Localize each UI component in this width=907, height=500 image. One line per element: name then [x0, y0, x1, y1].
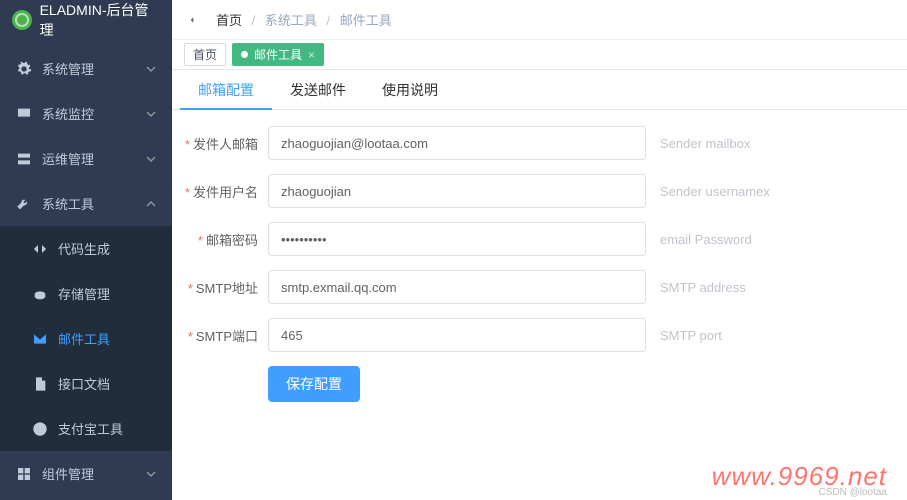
submenu-swagger[interactable]: 接口文档: [0, 361, 172, 406]
chevron-down-icon: [146, 109, 156, 119]
menu-ops-manage[interactable]: 运维管理: [0, 136, 172, 181]
menu-system-tool[interactable]: 系统工具: [0, 181, 172, 226]
submenu-label: 存储管理: [58, 284, 110, 303]
chevron-down-icon: [146, 154, 156, 164]
breadcrumb: 首页 / 系统工具 / 邮件工具: [216, 10, 392, 29]
submenu-alipay[interactable]: 支付宝工具: [0, 406, 172, 451]
component-icon: [16, 466, 32, 482]
tab-help[interactable]: 使用说明: [364, 70, 456, 109]
breadcrumb-sep: /: [321, 13, 337, 28]
submenu-code-gen[interactable]: 代码生成: [0, 226, 172, 271]
email-icon: [32, 331, 48, 347]
form: *发件人邮箱 Sender mailbox *发件用户名 Sender user…: [172, 110, 907, 418]
tab-send[interactable]: 发送邮件: [272, 70, 364, 109]
submenu-label: 邮件工具: [58, 329, 110, 348]
input-password[interactable]: [268, 222, 646, 256]
label-from-email: *发件人邮箱: [182, 134, 268, 153]
label-smtp-port: *SMTP端口: [182, 326, 268, 345]
tag-home[interactable]: 首页: [184, 43, 226, 66]
tag-label: 邮件工具: [254, 46, 302, 63]
watermark-sub: CSDN @lootaa: [818, 487, 887, 498]
hint-smtp-port: SMTP port: [660, 328, 722, 343]
breadcrumb-mid: 系统工具: [265, 13, 317, 28]
chevron-down-icon: [146, 64, 156, 74]
tag-label: 首页: [193, 46, 217, 63]
breadcrumb-sep: /: [246, 13, 262, 28]
submenu-label: 支付宝工具: [58, 419, 123, 438]
submenu-email-tool[interactable]: 邮件工具: [0, 316, 172, 361]
input-from-email[interactable]: [268, 126, 646, 160]
breadcrumb-last: 邮件工具: [340, 13, 392, 28]
submenu-label: 代码生成: [58, 239, 110, 258]
menu-label: 组件管理: [42, 464, 94, 483]
menu-label: 运维管理: [42, 149, 94, 168]
chevron-up-icon: [146, 199, 156, 209]
label-password: *邮箱密码: [182, 230, 268, 249]
hint-from-email: Sender mailbox: [660, 136, 750, 151]
hint-smtp-host: SMTP address: [660, 280, 746, 295]
tag-email-tool[interactable]: 邮件工具 ×: [232, 43, 324, 66]
gear-icon: [16, 61, 32, 77]
label-smtp-host: *SMTP地址: [182, 278, 268, 297]
breadcrumb-home[interactable]: 首页: [216, 13, 242, 28]
sidebar: ELADMIN-后台管理 系统管理 系统监控 运维管理 系统工具 代码生成: [0, 0, 172, 500]
tags-bar: 首页 邮件工具 ×: [172, 40, 907, 70]
tool-icon: [16, 196, 32, 212]
alipay-icon: [32, 421, 48, 437]
input-smtp-port[interactable]: [268, 318, 646, 352]
qiniu-icon: [32, 286, 48, 302]
input-smtp-host[interactable]: [268, 270, 646, 304]
chevron-down-icon: [146, 469, 156, 479]
hint-password: email Password: [660, 232, 752, 247]
menu-label: 系统工具: [42, 194, 94, 213]
input-username[interactable]: [268, 174, 646, 208]
save-button[interactable]: 保存配置: [268, 366, 360, 402]
logo-icon: [12, 10, 32, 30]
hint-username: Sender usernamex: [660, 184, 770, 199]
monitor-icon: [16, 106, 32, 122]
app-logo: ELADMIN-后台管理: [0, 0, 172, 40]
submenu-storage[interactable]: 存储管理: [0, 271, 172, 316]
menu-label: 系统管理: [42, 59, 94, 78]
server-icon: [16, 151, 32, 167]
label-username: *发件用户名: [182, 182, 268, 201]
menu-system-monitor[interactable]: 系统监控: [0, 91, 172, 136]
menu-system-manage[interactable]: 系统管理: [0, 46, 172, 91]
close-icon[interactable]: ×: [308, 48, 315, 62]
main-area: 首页 / 系统工具 / 邮件工具 首页 邮件工具 × 邮箱配置 发送邮件 使用说…: [172, 0, 907, 500]
submenu-label: 接口文档: [58, 374, 110, 393]
app-title: ELADMIN-后台管理: [40, 0, 160, 40]
menu-label: 系统监控: [42, 104, 94, 123]
menu-components[interactable]: 组件管理: [0, 451, 172, 496]
topbar: 首页 / 系统工具 / 邮件工具: [172, 0, 907, 40]
collapse-icon[interactable]: [188, 12, 204, 28]
tab-config[interactable]: 邮箱配置: [180, 70, 272, 109]
doc-icon: [32, 376, 48, 392]
active-dot-icon: [241, 51, 248, 58]
code-icon: [32, 241, 48, 257]
content-tabs: 邮箱配置 发送邮件 使用说明: [172, 70, 907, 110]
